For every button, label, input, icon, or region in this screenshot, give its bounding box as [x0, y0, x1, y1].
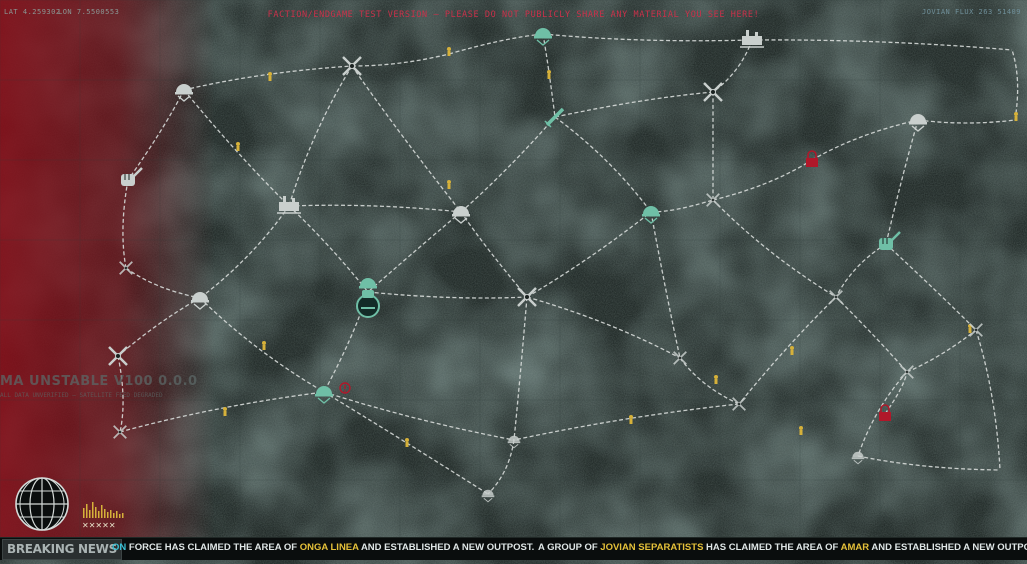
news2-area: AMAR	[840, 542, 870, 553]
enemy-territory-overlay	[0, 0, 215, 540]
news1-faction: ON	[112, 542, 127, 553]
jovian-flux-readout: JOVIAN FLUX 263 51409	[921, 8, 1021, 16]
test-version-warning: FACTION/ENDGAME TEST VERSION – PLEASE DO…	[267, 10, 760, 20]
news-item-2: A GROUP OF JOVIAN SEPARATISTS HAS CLAIME…	[538, 542, 1027, 553]
resource-marker-icon[interactable]	[262, 341, 266, 350]
resource-marker-icon[interactable]	[268, 72, 272, 81]
resource-marker-icon[interactable]	[223, 407, 227, 416]
resource-marker-icon[interactable]	[629, 415, 633, 424]
resource-marker-icon[interactable]	[236, 142, 240, 151]
resource-marker-icon[interactable]	[447, 47, 451, 56]
resource-marker-icon[interactable]	[790, 346, 794, 355]
version-subtext: ALL DATA UNVERIFIED – SATELLITE FEED DEG…	[0, 392, 163, 399]
news2-text-a: A GROUP OF	[538, 542, 601, 553]
version-watermark: MA UNSTABLE V100 0.0.0	[0, 374, 198, 389]
resource-marker-icon[interactable]	[1014, 112, 1018, 121]
news-item-1: ON FORCE HAS CLAIMED THE AREA OF ONGA LI…	[112, 542, 534, 553]
player-hq-icon[interactable]	[356, 278, 380, 318]
news1-text-b: AND ESTABLISHED A NEW OUTPOST.	[358, 542, 535, 553]
resource-marker-icon[interactable]	[547, 70, 551, 79]
resource-marker-icon[interactable]	[714, 375, 718, 384]
news1-text-a: FORCE HAS CLAIMED THE AREA OF	[126, 542, 300, 553]
resource-marker-icon[interactable]	[405, 438, 409, 447]
signal-strength-icon: ✕✕✕✕✕	[82, 502, 124, 530]
globe-icon[interactable]	[13, 476, 71, 532]
news2-text-b: HAS CLAIMED THE AREA OF	[703, 542, 841, 553]
news1-area: ONGA LINEA	[299, 542, 359, 553]
news2-faction: JOVIAN SEPARATISTS	[600, 542, 704, 553]
resource-marker-icon[interactable]	[799, 426, 803, 435]
svg-text:✕✕✕✕✕: ✕✕✕✕✕	[82, 521, 116, 530]
resource-marker-icon[interactable]	[447, 180, 451, 189]
breaking-news-label: BREAKING NEWS	[2, 539, 122, 560]
world-map[interactable]	[0, 0, 1027, 564]
news2-text-c: AND ESTABLISHED A NEW OUTPOST.	[871, 542, 1027, 553]
